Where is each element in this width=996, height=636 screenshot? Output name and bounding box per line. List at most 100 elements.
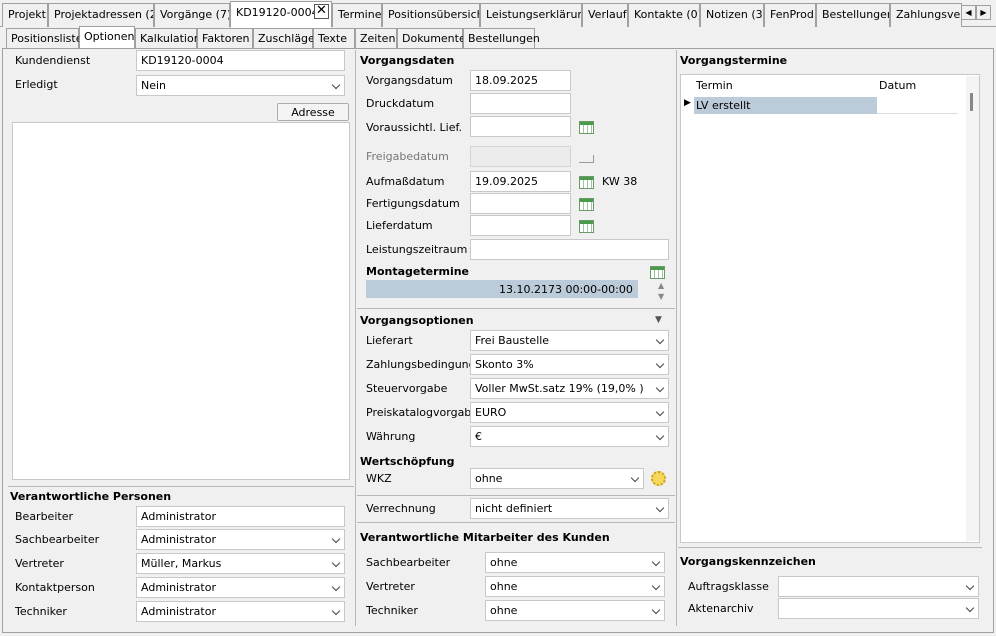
techniker-select[interactable]: Administrator <box>136 601 345 622</box>
termin-cell: LV erstellt <box>696 99 751 112</box>
wkz-value: ohne <box>475 472 503 485</box>
subtab-zeiten[interactable]: Zeiten <box>355 28 397 48</box>
erledigt-value: Nein <box>141 79 167 92</box>
tab-termine[interactable]: Termine <box>332 3 382 27</box>
voraussichtl-lief-label: Voraussichtl. Lief. <box>366 121 463 134</box>
tab-bestellungen[interactable]: Bestellungen <box>816 3 890 27</box>
chevron-down-icon <box>331 558 341 568</box>
kundendienst-field[interactable]: KD19120-0004 <box>136 50 345 71</box>
fertigungsdatum-label: Fertigungsdatum <box>366 197 460 210</box>
disabled-picker-icon <box>579 155 594 163</box>
kundendienst-label: Kundendienst <box>15 54 91 67</box>
lieferart-select[interactable]: Frei Baustelle <box>470 330 669 351</box>
tab-zahlungsvereinbarung[interactable]: Zahlungsvere <box>890 3 962 27</box>
steuervorgabe-select[interactable]: Voller MwSt.satz 19% (19,0% ) <box>470 378 669 399</box>
chevron-down-icon <box>331 534 341 544</box>
close-tab-icon[interactable]: ✕ <box>314 4 329 19</box>
druckdatum-field[interactable] <box>470 93 571 114</box>
calendar-icon[interactable] <box>579 121 594 134</box>
section-divider <box>357 495 675 496</box>
zahlungsbedingung-select[interactable]: Skonto 3% <box>470 354 669 375</box>
freigabedatum-label: Freigabedatum <box>366 150 449 163</box>
calendar-icon[interactable] <box>579 176 594 189</box>
subtab-bestellungen[interactable]: Bestellungen <box>463 28 540 48</box>
erledigt-select[interactable]: Nein <box>136 75 345 96</box>
tab-positionsuebersicht[interactable]: Positionsübersicht <box>382 3 480 27</box>
sachbearbeiter-label: Sachbearbeiter <box>15 533 100 546</box>
vorgangsdatum-field[interactable]: 18.09.2025 <box>470 70 571 91</box>
leistungszeitraum-field[interactable] <box>470 239 669 260</box>
chevron-down-icon <box>655 503 665 513</box>
subtab-dokumente[interactable]: Dokumente <box>397 28 466 48</box>
tab-projektadressen[interactable]: Projektadressen (2) <box>48 3 154 27</box>
termine-grid[interactable] <box>680 74 980 543</box>
auftragsklasse-select[interactable] <box>778 576 979 597</box>
kunden-sachbearbeiter-select[interactable]: ohne <box>485 552 665 573</box>
kunden-vertreter-label: Vertreter <box>366 580 415 593</box>
kunden-vertreter-select[interactable]: ohne <box>485 576 665 597</box>
sachbearbeiter-select[interactable]: Administrator <box>136 529 345 550</box>
voraussichtl-lief-field[interactable] <box>470 116 571 137</box>
scrollbar[interactable] <box>966 76 979 541</box>
calendar-icon[interactable] <box>579 198 594 211</box>
col-datum-header: Datum <box>879 79 917 92</box>
freigabedatum-field <box>470 146 571 167</box>
tab-leistungserklaerung[interactable]: Leistungserklärung <box>480 3 582 27</box>
datum-cell[interactable] <box>877 97 958 114</box>
section-divider <box>8 486 354 487</box>
tab-notizen[interactable]: Notizen (3) <box>700 3 764 27</box>
aufmassdatum-field[interactable]: 19.09.2025 <box>470 171 571 192</box>
vorgangstermine-title: Vorgangstermine <box>680 54 788 67</box>
aktenarchiv-select[interactable] <box>778 598 979 619</box>
scroll-left-icon[interactable]: ◀ <box>961 5 976 20</box>
vertreter-select[interactable]: Müller, Markus <box>136 553 345 574</box>
aktenarchiv-label: Aktenarchiv <box>688 602 754 615</box>
subtab-faktoren[interactable]: Faktoren <box>197 28 253 48</box>
gear-icon[interactable] <box>651 471 666 486</box>
subtab-optionen[interactable]: Optionen <box>79 26 135 49</box>
termin-row[interactable]: LV erstellt <box>694 97 877 114</box>
section-divider <box>357 308 675 309</box>
kontaktperson-select[interactable]: Administrator <box>136 577 345 598</box>
lieferdatum-field[interactable] <box>470 215 571 236</box>
bearbeiter-label: Bearbeiter <box>15 510 73 523</box>
preiskatalogvorgabe-label: Preiskatalogvorgabe <box>366 406 479 419</box>
auftragsklasse-label: Auftragsklasse <box>688 580 769 593</box>
scroll-up-icon[interactable]: ▲ <box>658 281 664 290</box>
scrollbar-thumb[interactable] <box>970 93 973 111</box>
chevron-down-icon <box>630 473 640 483</box>
tab-fenprod[interactable]: FenProd <box>764 3 816 27</box>
subtab-positionsliste[interactable]: Positionsliste <box>6 28 82 48</box>
druckdatum-label: Druckdatum <box>366 97 435 110</box>
kunden-techniker-select[interactable]: ohne <box>485 600 665 621</box>
calendar-icon[interactable] <box>579 220 594 233</box>
tab-kontakte[interactable]: Kontakte (0) <box>628 3 700 27</box>
montagetermin-row[interactable]: 13.10.2173 00:00-00:00 <box>366 280 638 298</box>
chevron-down-icon <box>651 605 661 615</box>
chevron-down-icon <box>331 606 341 616</box>
leistungszeitraum-label: Leistungszeitraum <box>366 243 468 256</box>
vorgangsdatum-label: Vorgangsdatum <box>366 74 453 87</box>
fertigungsdatum-field[interactable] <box>470 193 571 214</box>
subtab-zuschlaege[interactable]: Zuschläge <box>253 28 315 48</box>
address-textarea[interactable] <box>12 122 350 480</box>
adresse-button[interactable]: Adresse <box>277 103 349 121</box>
tab-vorgaenge[interactable]: Vorgänge (7) <box>154 3 230 27</box>
tab-projekt[interactable]: Projekt <box>2 3 48 27</box>
collapse-icon[interactable]: ▼ <box>655 315 662 325</box>
tab-verlauf[interactable]: Verlauf <box>582 3 628 27</box>
zahlungsbedingung-value: Skonto 3% <box>475 358 534 371</box>
preiskatalogvorgabe-select[interactable]: EURO <box>470 402 669 423</box>
aufmassdatum-label: Aufmaßdatum <box>366 175 445 188</box>
scroll-down-icon[interactable]: ▼ <box>658 292 664 301</box>
waehrung-select[interactable]: € <box>470 426 669 447</box>
wkz-select[interactable]: ohne <box>470 468 644 489</box>
verrechnung-select[interactable]: nicht definiert <box>470 498 669 519</box>
subtab-kalkulation[interactable]: Kalkulation <box>135 28 201 48</box>
scroll-right-icon[interactable]: ▶ <box>976 5 991 20</box>
vorgangskennzeichen-title: Vorgangskennzeichen <box>680 555 816 568</box>
bearbeiter-field[interactable]: Administrator <box>136 506 345 527</box>
calendar-icon[interactable] <box>650 266 665 279</box>
kunden-techniker-value: ohne <box>490 604 518 617</box>
subtab-texte[interactable]: Texte <box>313 28 355 48</box>
